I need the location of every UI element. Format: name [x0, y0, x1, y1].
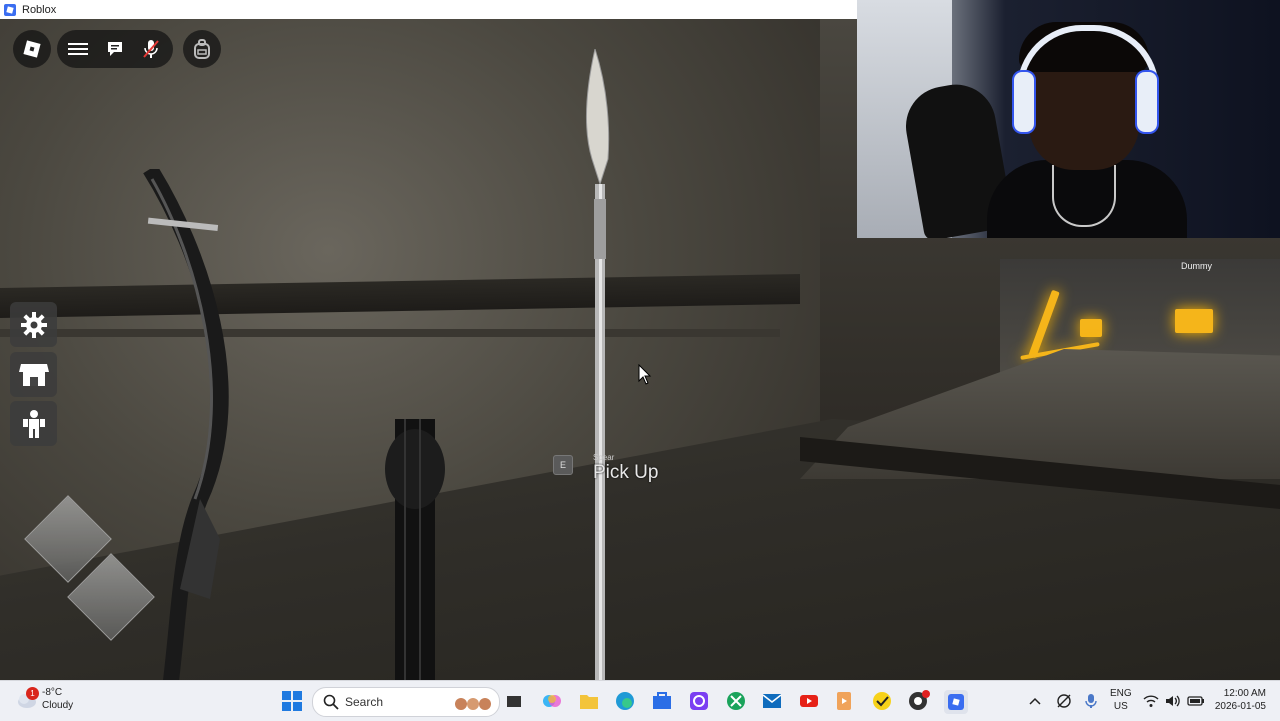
headset-ear-left: [1012, 70, 1036, 134]
notification-badge: 1: [26, 687, 39, 700]
system-tray: [1028, 681, 1098, 721]
task-view-button[interactable]: [503, 690, 525, 712]
norton-icon: [873, 692, 891, 710]
windows-icon: [282, 691, 302, 711]
roblox-menu-icon: [23, 40, 41, 58]
youtube-icon: [800, 695, 818, 707]
weapon-rack-rail: [0, 329, 780, 337]
microphone-muted-icon[interactable]: [139, 37, 163, 61]
spear-model[interactable]: [578, 49, 628, 680]
weather-condition: Cloudy: [42, 700, 74, 711]
shop-button[interactable]: [10, 352, 57, 397]
mouse-cursor-icon: [638, 364, 652, 385]
language-indicator[interactable]: ENG US: [1110, 687, 1132, 713]
store-icon: [653, 692, 671, 709]
file-explorer-button[interactable]: [578, 690, 600, 712]
weather-widget[interactable]: 1 -8°C Cloudy: [16, 686, 73, 712]
roblox-logo-icon: [4, 3, 16, 16]
emote-icon: [22, 409, 45, 438]
clock[interactable]: 12:00 AM 2026-01-05: [1215, 687, 1266, 713]
bow-model[interactable]: [140, 169, 230, 680]
target-glow: [1175, 309, 1213, 333]
proton-button[interactable]: [688, 690, 710, 712]
webcam-overlay: [857, 0, 1280, 238]
media-player-button[interactable]: [833, 690, 855, 712]
headset-ear-right: [1135, 70, 1159, 134]
battery-icon: [1187, 696, 1204, 706]
target-glow: [1080, 319, 1102, 337]
volume-icon: [1166, 695, 1180, 707]
roblox-menu-button[interactable]: [13, 30, 51, 68]
proton-icon: [690, 692, 708, 710]
wifi-icon: [1143, 695, 1159, 707]
window-title: Roblox: [22, 3, 57, 16]
edge-icon: [616, 692, 634, 710]
region-code: US: [1113, 701, 1128, 712]
window-titlebar: Roblox: [0, 0, 857, 19]
interact-action-prompt[interactable]: Pick Up: [593, 462, 658, 484]
emote-button[interactable]: [10, 401, 57, 446]
chevron-up-icon[interactable]: [1028, 694, 1042, 708]
outlook-icon: [762, 694, 782, 708]
roblox-taskbar-button[interactable]: [944, 690, 968, 714]
norton-button[interactable]: [871, 690, 893, 712]
location-off-icon[interactable]: [1056, 693, 1072, 709]
interact-item-name: Spear: [593, 453, 615, 462]
microphone-icon[interactable]: [1084, 693, 1098, 709]
folder-icon: [580, 695, 598, 709]
settings-gear-icon: [20, 311, 47, 338]
settings-button[interactable]: [10, 302, 57, 347]
start-button[interactable]: [281, 690, 303, 712]
windows-taskbar: 1 -8°C Cloudy Search ENG US 12:00 AM 202…: [0, 680, 1280, 721]
clock-date: 2026-01-05: [1214, 701, 1266, 712]
xbox-icon: [727, 692, 745, 710]
copilot-icon: [543, 695, 561, 707]
top-bar-controls: [57, 30, 173, 68]
necklace: [1052, 165, 1116, 227]
search-highlight-icon: [455, 698, 491, 710]
cloud-icon: 1: [16, 687, 39, 710]
task-view-icon: [507, 696, 521, 707]
hamburger-menu-icon[interactable]: [66, 37, 90, 61]
roblox-icon: [948, 694, 964, 710]
interact-key-hint: E: [553, 455, 573, 475]
youtube-button[interactable]: [798, 690, 820, 712]
outlook-button[interactable]: [761, 690, 783, 712]
language-code: ENG: [1110, 688, 1132, 699]
quiver-model[interactable]: [380, 419, 450, 680]
weather-temp: -8°C: [42, 687, 63, 698]
clock-time: 12:00 AM: [1223, 688, 1266, 699]
store-button[interactable]: [651, 690, 673, 712]
dummy-label: Dummy: [1181, 261, 1212, 271]
obs-button[interactable]: [908, 690, 930, 712]
backpack-button[interactable]: [183, 30, 221, 68]
search-placeholder: Search: [345, 695, 384, 709]
backpack-icon: [194, 39, 210, 59]
xbox-button[interactable]: [725, 690, 747, 712]
media-player-icon: [837, 692, 851, 710]
taskbar-search[interactable]: Search: [312, 687, 500, 717]
copilot-button[interactable]: [541, 690, 563, 712]
shop-icon: [18, 363, 49, 386]
search-icon: [323, 694, 339, 710]
chat-icon[interactable]: [103, 37, 127, 61]
status-icons[interactable]: [1143, 681, 1205, 721]
obs-icon: [909, 690, 930, 710]
edge-button[interactable]: [614, 690, 636, 712]
